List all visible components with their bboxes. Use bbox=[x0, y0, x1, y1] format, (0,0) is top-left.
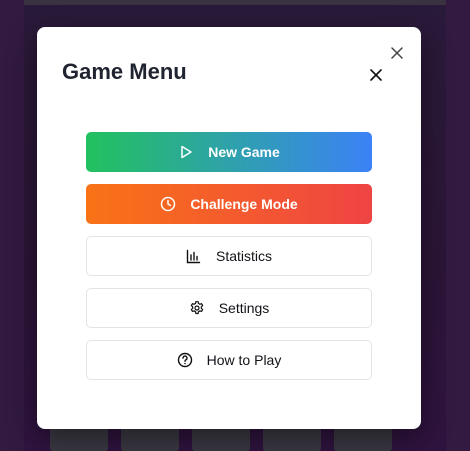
board-edge-left bbox=[0, 0, 24, 451]
challenge-mode-button[interactable]: Challenge Mode bbox=[86, 184, 372, 224]
board-edge-right bbox=[446, 0, 470, 451]
board-tile bbox=[263, 428, 321, 451]
new-game-label: New Game bbox=[208, 144, 280, 160]
top-bar bbox=[10, 0, 460, 5]
dialog-title: Game Menu bbox=[62, 59, 187, 84]
board-tile bbox=[121, 428, 179, 451]
statistics-label: Statistics bbox=[215, 248, 272, 264]
how-to-play-button[interactable]: How to Play bbox=[86, 340, 372, 380]
new-game-button[interactable]: New Game bbox=[86, 132, 372, 172]
close-icon bbox=[391, 47, 403, 59]
challenge-mode-label: Challenge Mode bbox=[190, 196, 298, 212]
gear-icon bbox=[189, 300, 205, 316]
dialog-close-button[interactable] bbox=[386, 44, 408, 62]
close-menu-button[interactable] bbox=[364, 64, 388, 86]
clock-icon bbox=[160, 196, 176, 212]
board-tile bbox=[192, 428, 250, 451]
settings-button[interactable]: Settings bbox=[86, 288, 372, 328]
play-icon bbox=[178, 144, 194, 160]
game-menu-dialog: Game Menu New Game Challenge Mode Statis… bbox=[37, 27, 421, 429]
close-icon bbox=[370, 69, 382, 81]
board-tiles bbox=[0, 428, 470, 451]
help-circle-icon bbox=[177, 352, 193, 368]
board-tile bbox=[50, 428, 108, 451]
settings-label: Settings bbox=[218, 300, 270, 316]
statistics-button[interactable]: Statistics bbox=[86, 236, 372, 276]
board-tile bbox=[334, 428, 392, 451]
bar-chart-icon bbox=[186, 248, 202, 264]
how-to-play-label: How to Play bbox=[206, 352, 282, 368]
